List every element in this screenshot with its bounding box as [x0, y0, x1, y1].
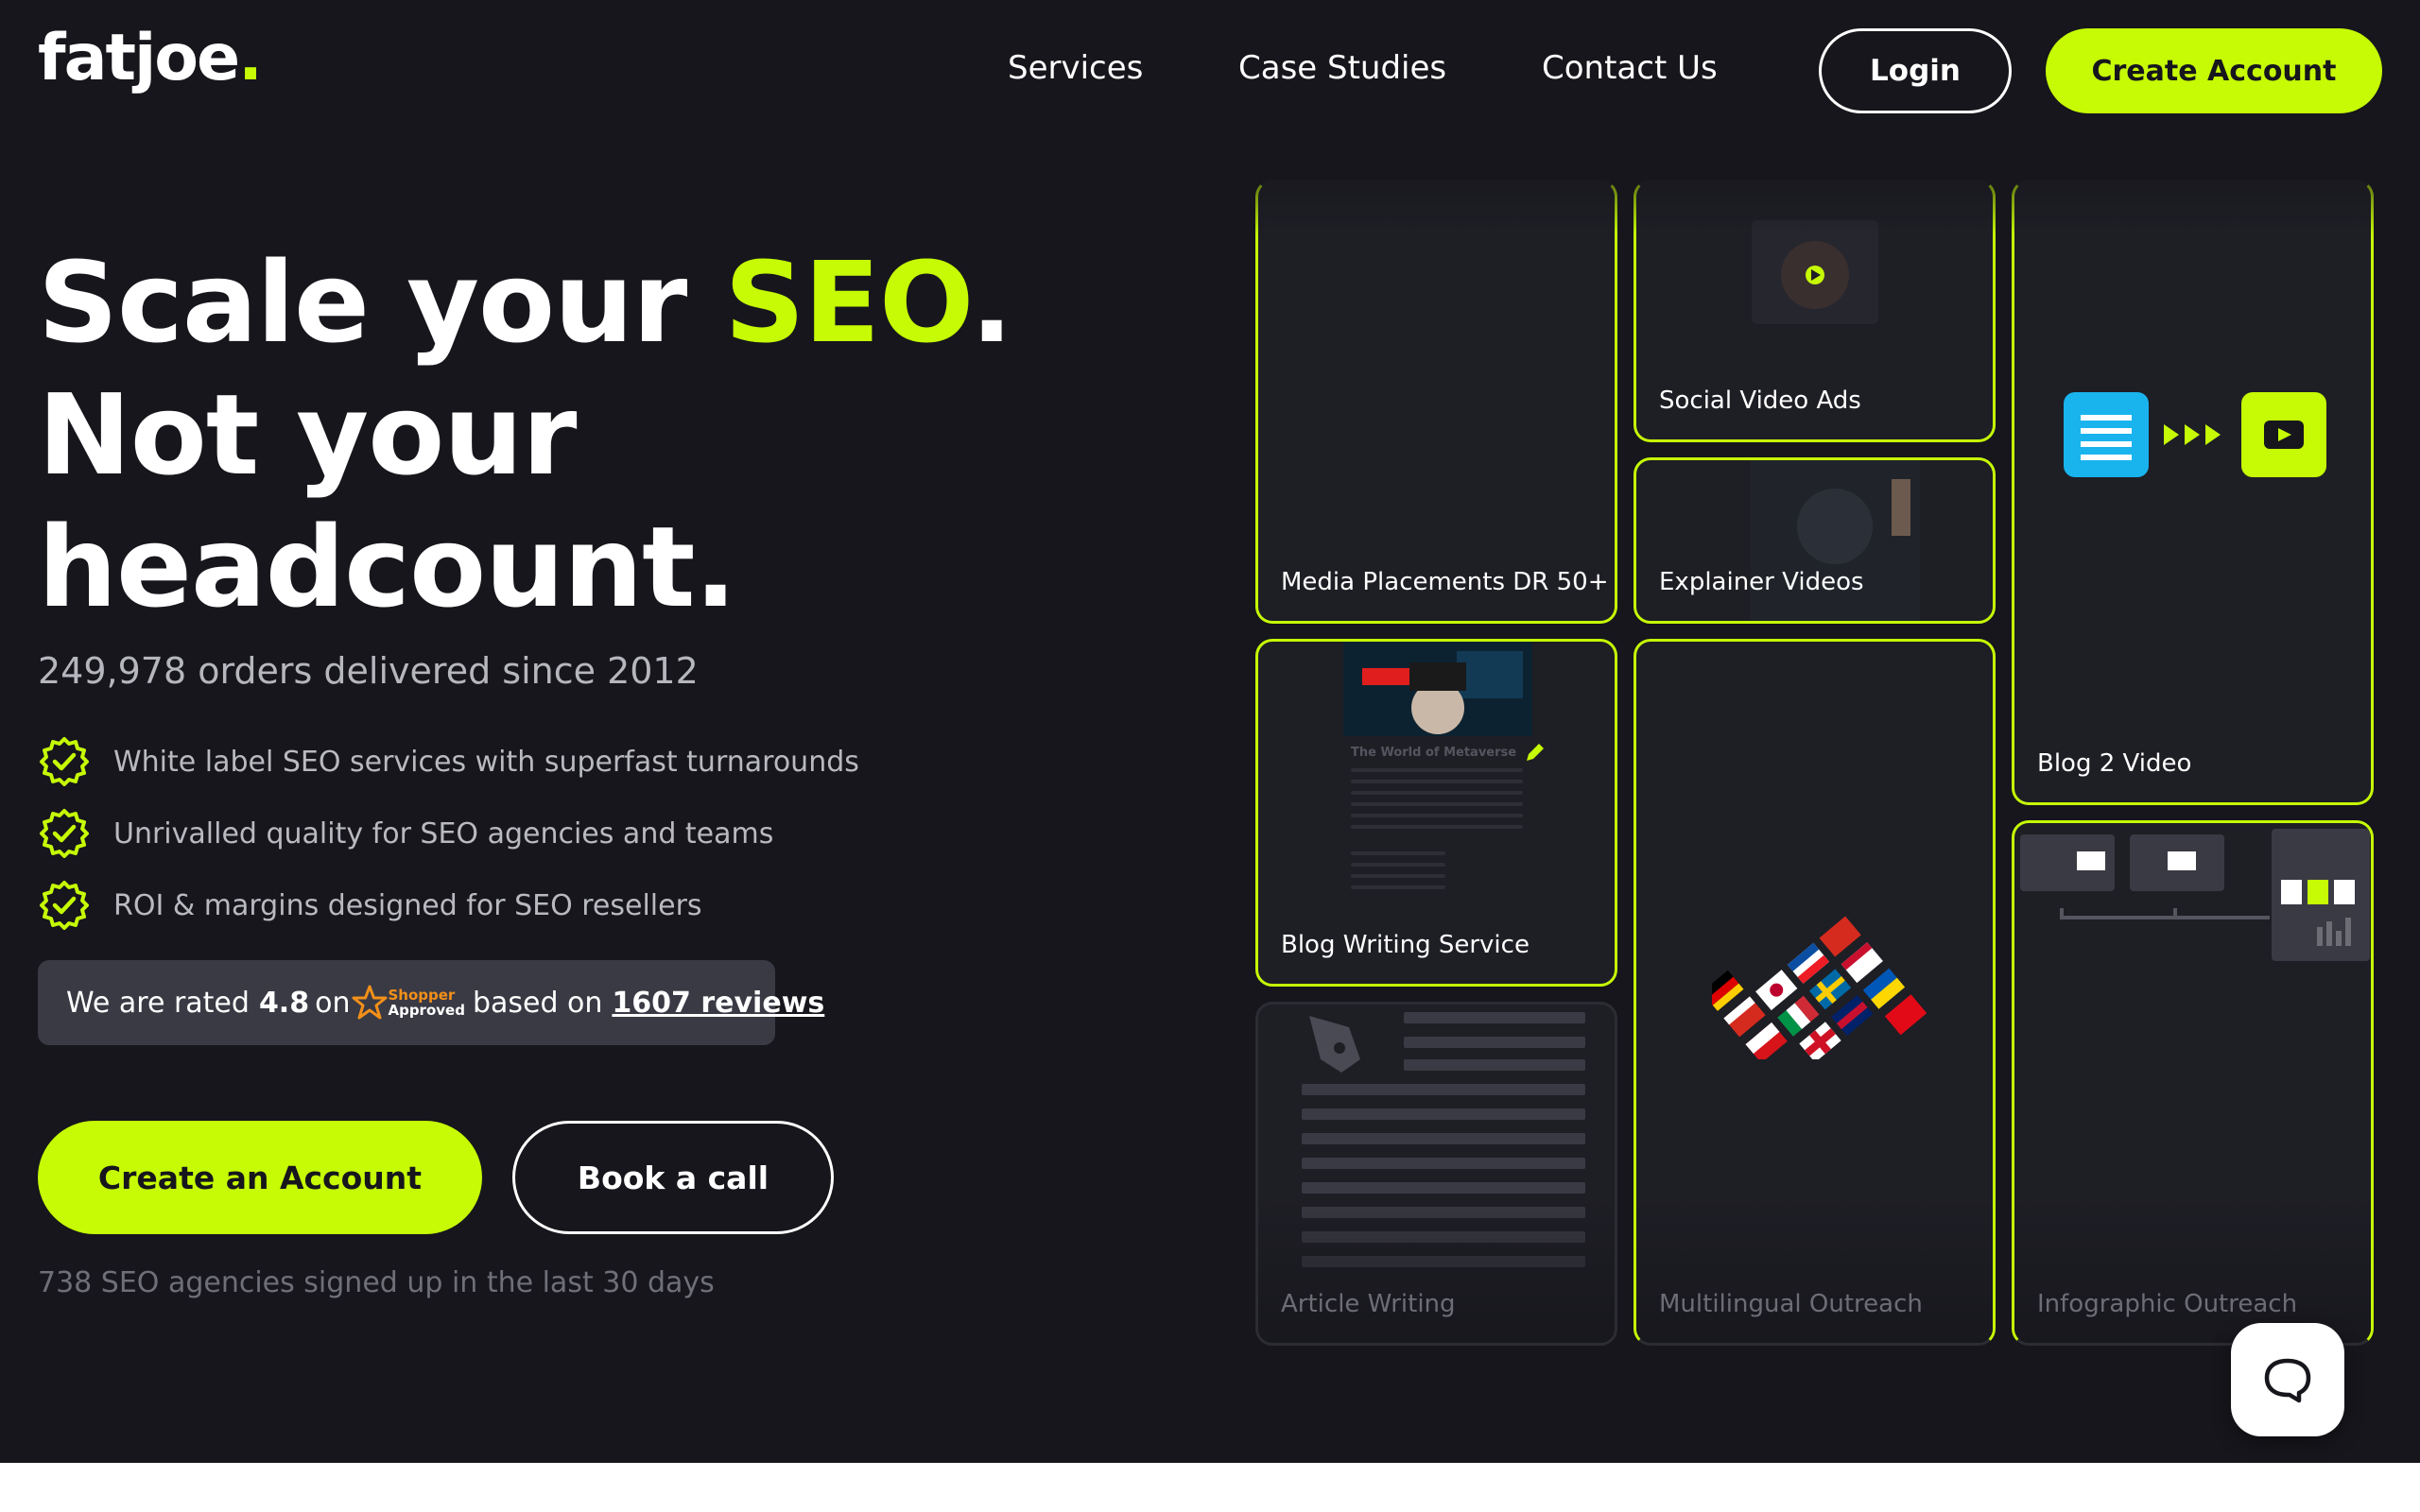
service-card-media-placements[interactable]: Media Placements DR 50+ [1255, 180, 1617, 624]
flags-illustration [1712, 916, 1927, 1059]
pencil-icon [1527, 744, 1544, 761]
chat-widget-button[interactable] [2231, 1323, 2344, 1436]
rating-box: We are rated 4.8 on Shopper Approved base… [38, 960, 824, 1045]
blog-to-video-illustration [2064, 392, 2326, 477]
feature-text: Unrivalled quality for SEO agencies and … [113, 816, 774, 850]
nav-services[interactable]: Services [1008, 49, 1143, 87]
shopper-approved-logo[interactable]: Shopper Approved [352, 985, 465, 1021]
service-card-blog-writing[interactable]: The World of Metaverse Blog Writing Serv… [1255, 639, 1617, 987]
pen-nib-icon [1309, 1016, 1360, 1073]
check-badge-icon [40, 881, 89, 930]
service-card-explainer-videos[interactable]: Explainer Videos [1634, 457, 1996, 624]
rating-based-on: based on [472, 986, 603, 1020]
infographic-illustration [2020, 829, 2370, 961]
cards-top-fade [1248, 142, 2420, 236]
service-card-label: Blog 2 Video [2037, 749, 2192, 778]
rating-score: 4.8 [258, 986, 310, 1020]
service-card-label: Media Placements DR 50+ [1281, 568, 1609, 596]
signed-up-text: 738 SEO agencies signed up in the last 3… [38, 1266, 715, 1299]
metaverse-image [1343, 642, 1532, 736]
create-an-account-button[interactable]: Create an Account [38, 1121, 482, 1234]
book-a-call-button[interactable]: Book a call [512, 1121, 834, 1234]
explainer-video-image [1750, 460, 1920, 621]
blog-preview-heading: The World of Metaverse [1351, 746, 1517, 760]
check-badge-icon [40, 737, 89, 786]
service-card-label: Social Video Ads [1659, 387, 1861, 415]
service-card-blog-2-video[interactable]: Blog 2 Video [2012, 180, 2374, 805]
shopper-approved-star-icon [352, 985, 388, 1020]
login-button[interactable]: Login [1819, 28, 2012, 113]
logo[interactable]: fatjoe. [38, 21, 263, 95]
nav-contact-us[interactable]: Contact Us [1542, 49, 1718, 87]
service-card-label: Article Writing [1281, 1290, 1456, 1318]
rating-prefix: We are rated [66, 986, 250, 1020]
rating-on: on [315, 986, 351, 1020]
feature-text: White label SEO services with superfast … [113, 745, 859, 779]
reviews-link[interactable]: 1607 reviews [612, 987, 824, 1020]
nav-case-studies[interactable]: Case Studies [1238, 49, 1446, 87]
hero-title: Scale your SEO. Not your headcount. [38, 237, 1013, 632]
service-card-infographic-outreach[interactable]: Infographic Outreach [2012, 820, 2374, 1346]
service-card-label: Infographic Outreach [2037, 1290, 2298, 1318]
landing-page: fatjoe. Services Case Studies Contact Us… [0, 0, 2420, 1463]
feature-text: ROI & margins designed for SEO resellers [113, 888, 702, 922]
chat-bubble-icon [2264, 1358, 2311, 1403]
check-badge-icon [40, 809, 89, 858]
service-card-label: Multilingual Outreach [1659, 1290, 1923, 1318]
orders-delivered-text: 249,978 orders delivered since 2012 [38, 650, 699, 692]
create-account-button[interactable]: Create Account [2046, 28, 2382, 113]
service-card-label: Explainer Videos [1659, 568, 1864, 596]
feature-bullet: ROI & margins designed for SEO resellers [38, 877, 702, 934]
feature-bullet: Unrivalled quality for SEO agencies and … [38, 805, 773, 862]
service-card-label: Blog Writing Service [1281, 931, 1530, 959]
service-card-article-writing[interactable]: Article Writing [1255, 1002, 1617, 1346]
service-card-multilingual-outreach[interactable]: Multilingual Outreach [1634, 639, 1996, 1346]
feature-bullet: White label SEO services with superfast … [38, 733, 859, 790]
